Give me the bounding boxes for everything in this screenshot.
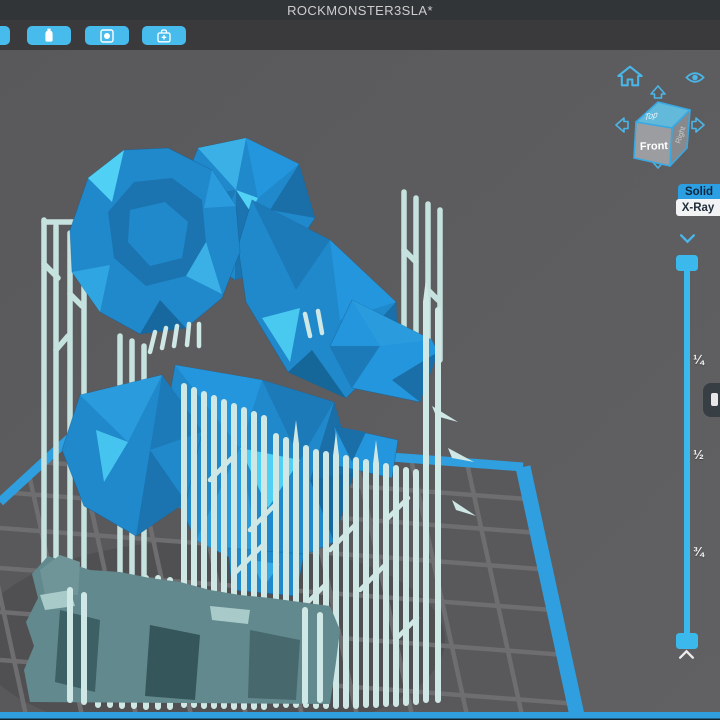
resin-tank-button[interactable] [85,26,129,45]
toolbar-button-partial[interactable] [0,26,10,45]
title-bar: ROCKMONSTER3SLA* [0,0,720,20]
view-cube-icon: Front Top Right [633,101,691,167]
home-icon [617,65,643,87]
toolbox-button[interactable] [142,26,186,45]
mode-solid-button[interactable]: Solid [678,184,720,199]
resin-cartridge-icon [45,28,53,42]
resin-cartridge-button[interactable] [27,26,71,45]
slider-mark-half: ½ [693,447,704,462]
platform-front-edge [0,712,720,719]
layer-slider-track[interactable] [684,258,690,648]
slicer-app: ROCKMONSTER3SLA* Front Top Right Solid X… [0,0,720,720]
resin-tank-icon [100,28,114,43]
layer-slider-knob-top[interactable] [676,255,698,271]
collapse-panel-button[interactable] [679,232,696,247]
arrow-right-icon [691,117,705,133]
slider-mark-quarter: ¼ [693,352,704,367]
partial-edge-button[interactable] [703,383,720,417]
3d-viewport[interactable]: Front Top Right Solid X-Ray ¼ ½ ¾ [0,50,720,720]
partial-edge-glyph [711,393,718,406]
visibility-button[interactable] [685,70,705,88]
eye-icon [685,72,705,83]
main-toolbar [0,20,720,50]
mode-xray-button[interactable]: X-Ray [676,199,720,216]
chevron-down-icon [679,234,696,244]
view-cube[interactable]: Front Top Right [630,98,692,170]
arrow-left-icon [615,117,629,133]
expand-panel-button[interactable] [678,648,695,663]
slider-mark-three-quarter: ¾ [693,544,704,559]
rotate-right-button[interactable] [690,113,708,140]
layer-slider-knob-bottom[interactable] [676,633,698,649]
rotate-left-button[interactable] [612,113,630,140]
scene-render [0,50,720,720]
toolbox-plus-icon [157,28,171,42]
window-title: ROCKMONSTER3SLA* [287,2,433,18]
chevron-up-icon [678,649,695,659]
cube-front-label: Front [640,140,669,153]
home-view-button[interactable] [616,64,644,91]
